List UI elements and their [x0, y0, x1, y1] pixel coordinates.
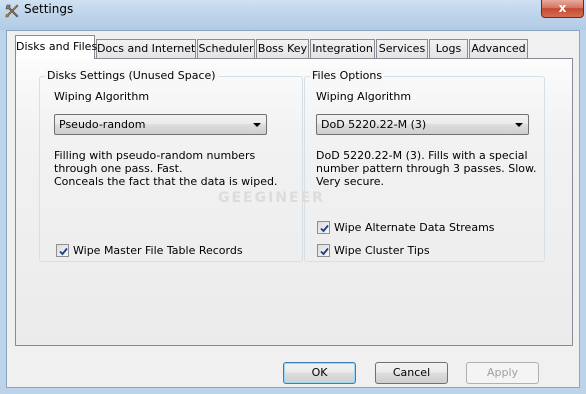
- tab-boss-key[interactable]: Boss Key: [256, 39, 309, 58]
- tab-docs-and-internet[interactable]: Docs and Internet: [96, 39, 196, 58]
- close-icon: x: [558, 1, 567, 15]
- chevron-down-icon: [253, 123, 261, 127]
- tab-services[interactable]: Services: [376, 39, 428, 58]
- wipe-ads-checkbox[interactable]: Wipe Alternate Data Streams: [317, 221, 495, 235]
- checkbox-checked-icon: [56, 244, 69, 257]
- wipe-mft-label: Wipe Master File Table Records: [73, 244, 243, 257]
- checkbox-checked-icon: [317, 244, 330, 257]
- ok-button[interactable]: OK: [283, 362, 356, 384]
- apply-button[interactable]: Apply: [466, 362, 539, 384]
- checkbox-checked-icon: [317, 221, 330, 234]
- tools-icon: [4, 3, 20, 19]
- title-bar[interactable]: Settings x: [0, 0, 586, 30]
- files-algorithm-value: DoD 5220.22-M (3): [321, 118, 427, 131]
- wipe-ads-label: Wipe Alternate Data Streams: [334, 221, 495, 234]
- close-button[interactable]: x: [541, 0, 584, 18]
- wipe-cluster-tips-label: Wipe Cluster Tips: [334, 244, 430, 257]
- cancel-button[interactable]: Cancel: [375, 362, 448, 384]
- disks-desc-line: Conceals the fact that the data is wiped…: [54, 175, 278, 188]
- watermark-text: GEEGINEER: [218, 190, 325, 206]
- files-group-title: Files Options: [310, 69, 385, 82]
- tab-logs[interactable]: Logs: [429, 39, 468, 58]
- tab-integration[interactable]: Integration: [310, 39, 375, 58]
- window-frame-right: [580, 30, 586, 394]
- disks-desc-line: Filling with pseudo-random numbers: [54, 149, 256, 162]
- files-algorithm-description: DoD 5220.22-M (3). Fills with a special …: [316, 149, 536, 188]
- disks-algorithm-select[interactable]: Pseudo-random: [54, 114, 267, 135]
- files-desc-line: Very secure.: [316, 175, 385, 188]
- files-options-group: Files Options Wiping Algorithm DoD 5220.…: [304, 69, 545, 262]
- window-title: Settings: [24, 2, 74, 16]
- files-desc-line: DoD 5220.22-M (3). Fills with a special: [316, 149, 528, 162]
- files-desc-line: number pattern through 3 passes. Slow.: [316, 162, 537, 175]
- tab-advanced[interactable]: Advanced: [469, 39, 528, 58]
- wipe-cluster-tips-checkbox[interactable]: Wipe Cluster Tips: [317, 244, 437, 258]
- tab-scheduler[interactable]: Scheduler: [197, 39, 255, 58]
- disks-desc-line: through one pass. Fast.: [54, 162, 183, 175]
- tab-disks-and-files[interactable]: Disks and Files: [15, 35, 97, 59]
- wipe-mft-checkbox[interactable]: Wipe Master File Table Records: [56, 244, 246, 258]
- files-algorithm-select[interactable]: DoD 5220.22-M (3): [316, 114, 529, 135]
- window-frame-bottom: [0, 388, 586, 394]
- disks-settings-group: Disks Settings (Unused Space) Wiping Alg…: [39, 69, 303, 262]
- chevron-down-icon: [515, 123, 523, 127]
- files-algorithm-label: Wiping Algorithm: [316, 90, 412, 103]
- disks-algorithm-description: Filling with pseudo-random numbers throu…: [54, 149, 277, 188]
- disks-group-title: Disks Settings (Unused Space): [45, 69, 218, 82]
- disks-algorithm-label: Wiping Algorithm: [54, 90, 150, 103]
- disks-algorithm-value: Pseudo-random: [59, 118, 146, 131]
